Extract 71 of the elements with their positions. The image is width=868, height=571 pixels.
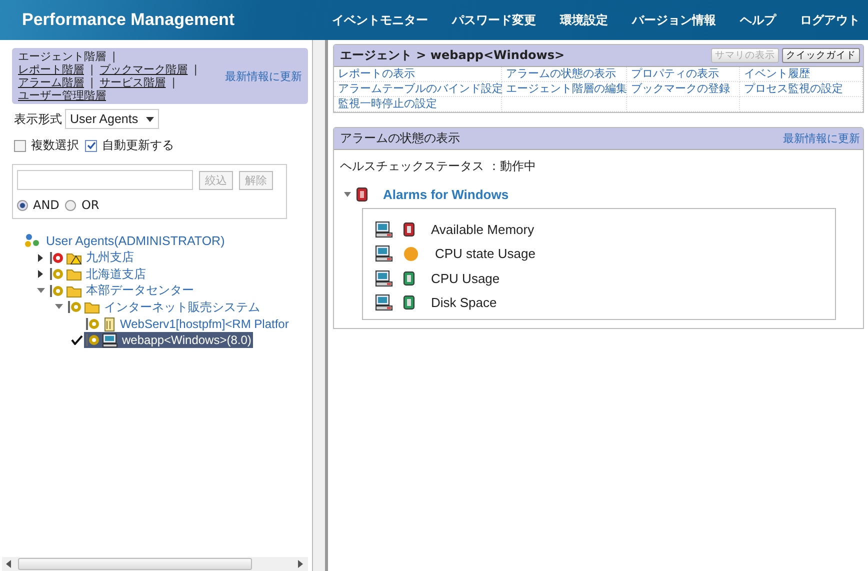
collapse-icon[interactable] (55, 304, 63, 310)
hierarchy-link[interactable]: エージェント階層 (18, 50, 106, 63)
expand-icon[interactable] (38, 254, 44, 262)
alarm-name: CPU Usage (431, 270, 500, 286)
radio-label: AND (33, 198, 60, 212)
tree-item[interactable]: 北海道支店 (48, 266, 148, 282)
refresh-link[interactable]: 最新情報に更新 (225, 70, 302, 82)
separator: | (194, 63, 198, 76)
action-link[interactable]: イベント履歴 (740, 67, 863, 82)
tree-item[interactable]: webapp<Windows>(8.0) (84, 332, 254, 348)
action-link[interactable]: プロセス監視の設定 (740, 82, 863, 97)
checkbox[interactable] (85, 140, 97, 152)
hierarchy-link[interactable]: アラーム階層 (18, 76, 84, 89)
action-link[interactable]: レポートの表示 (334, 67, 502, 82)
health-status: ヘルスチェックステータス ：動作中 (340, 158, 537, 175)
menu-link[interactable]: ヘルプ (740, 12, 776, 28)
collapse-icon[interactable] (37, 288, 45, 294)
radio-button[interactable] (17, 200, 28, 210)
panel-title: アラームの状態の表示 (340, 130, 460, 147)
computer-icon (375, 270, 393, 287)
menu-link[interactable]: ログアウト (800, 12, 860, 28)
tree-item[interactable]: User Agents(ADMINISTRATOR) (46, 234, 225, 248)
filter-input[interactable] (17, 170, 193, 190)
separator: | (90, 63, 94, 76)
checkbox-label: 複数選択 (31, 137, 79, 154)
action-link[interactable]: プロパティの表示 (627, 67, 740, 82)
checkbox[interactable] (14, 140, 26, 152)
computer-icon (375, 294, 393, 312)
hierarchy-link[interactable]: ユーザー管理階層 (18, 89, 106, 102)
menu-link[interactable]: バージョン情報 (632, 12, 716, 28)
separator: | (172, 76, 176, 89)
hierarchy-link[interactable]: サービス階層 (100, 76, 166, 89)
expand-icon[interactable] (38, 270, 44, 278)
agents-icon (24, 233, 40, 249)
action-link[interactable]: 監視一時停止の設定 (334, 97, 502, 112)
alarm-name: CPU state Usage (435, 246, 536, 262)
radio-button[interactable] (65, 200, 76, 210)
action-link[interactable]: エージェント階層の編集 (502, 82, 627, 97)
menu-link[interactable]: イベントモニター (332, 12, 428, 28)
menu-link[interactable]: 環境設定 (560, 12, 608, 28)
tree-item[interactable]: インターネット販売システム (66, 299, 262, 315)
display-select[interactable]: User Agents (65, 109, 160, 129)
panel-title: エージェント > webapp<Windows> (340, 47, 565, 64)
scroll-left-icon[interactable] (6, 560, 12, 568)
tree-item[interactable]: WebServ1[hostpfm]<RM Platfor (84, 316, 291, 332)
action-link[interactable]: ブックマークの登録 (627, 82, 740, 97)
refresh-link[interactable]: 最新情報に更新 (783, 131, 860, 146)
computer-icon (375, 220, 393, 238)
alarm-name: Available Memory (431, 222, 534, 237)
menu-link[interactable]: パスワード変更 (452, 12, 536, 28)
app-title: Performance Management (22, 10, 235, 30)
computer-icon (375, 245, 393, 262)
collapse-icon[interactable] (344, 192, 351, 197)
scrollbar-thumb[interactable] (18, 558, 252, 570)
alarm-table-link[interactable]: Alarms for Windows (383, 187, 509, 202)
pane-splitter[interactable] (312, 40, 328, 571)
alarm-name: Disk Space (431, 295, 497, 310)
action-link[interactable]: アラームの状態の表示 (502, 67, 627, 82)
scroll-right-icon[interactable] (298, 560, 304, 568)
separator: | (90, 76, 94, 89)
display-label: 表示形式 (14, 110, 62, 128)
radio-label: OR (81, 198, 100, 212)
checkbox-label: 自動更新する (102, 137, 174, 154)
panel-button[interactable]: クイックガイド (782, 48, 860, 63)
tree-item[interactable]: 九州支店 (48, 250, 136, 266)
dropdown-icon (146, 116, 154, 122)
hierarchy-link[interactable]: レポート階層 (18, 63, 84, 76)
tree-item[interactable]: 本部データセンター (48, 282, 196, 298)
separator: | (112, 50, 116, 63)
action-link[interactable]: アラームテーブルのバインド設定 (334, 82, 502, 97)
hierarchy-link[interactable]: ブックマーク階層 (100, 63, 188, 76)
